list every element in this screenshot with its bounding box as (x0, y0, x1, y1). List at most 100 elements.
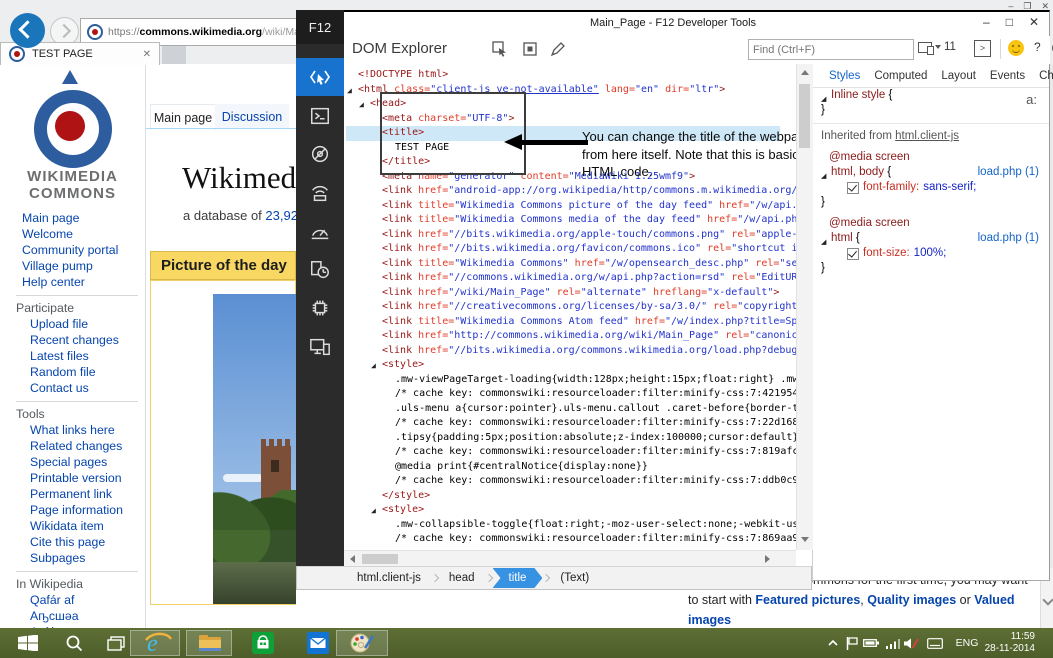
tool-network-icon[interactable] (296, 174, 344, 212)
sidebar-link-qafár-af[interactable]: Qafár af (14, 592, 142, 608)
sidebar-link-related-changes[interactable]: Related changes (14, 438, 142, 454)
dom-tree-node[interactable]: <link href="android-app://org.wikipedia/… (382, 184, 812, 199)
hscroll-thumb[interactable] (362, 554, 398, 564)
valued-images-link2[interactable]: images (688, 613, 731, 627)
property-checkbox[interactable] (847, 248, 859, 260)
expander-triangle-icon[interactable]: ◢ (371, 507, 376, 515)
expander-triangle-icon[interactable]: ◢ (371, 362, 376, 370)
sidebar-link-community-portal[interactable]: Community portal (14, 242, 142, 258)
inherited-source-link[interactable]: html.client-js (895, 130, 959, 142)
styles-tab-computed[interactable]: Computed (874, 70, 927, 82)
dom-tree-node[interactable]: /* cache key: commonswiki:resourceloader… (395, 474, 812, 489)
dom-tree-node[interactable]: @media print{#centralNotice{display:none… (395, 460, 648, 475)
sidebar-link-subpages[interactable]: Subpages (14, 550, 142, 566)
style-rule-selector[interactable]: ◢html {load.php (1) (813, 231, 1049, 246)
devtools-close-button[interactable]: ✕ (1029, 15, 1039, 29)
code-horizontal-scrollbar[interactable] (344, 550, 796, 567)
sidebar-link-contact-us[interactable]: Contact us (14, 380, 142, 396)
tray-chevron-up-icon[interactable] (824, 628, 842, 658)
breadcrumb-html-client-js[interactable]: html.client-js (347, 568, 431, 588)
dom-tree-node[interactable]: /* cache key: commonswiki:resourceloader… (395, 416, 812, 431)
stylesheet-source-link[interactable]: load.php (1) (978, 165, 1039, 180)
tool-performance-icon[interactable] (296, 212, 344, 250)
scroll-down-icon[interactable] (1042, 594, 1053, 605)
help-icon[interactable]: ? (1034, 40, 1041, 54)
dom-tree-node[interactable]: <link href="/wiki/Main_Page" rel="altern… (382, 286, 779, 301)
tool-console-icon[interactable] (296, 97, 344, 135)
sidebar-link-help-center[interactable]: Help center (14, 274, 142, 290)
expander-triangle-icon[interactable]: ◢ (347, 87, 352, 95)
feedback-smiley-icon[interactable] (1008, 40, 1024, 56)
dom-tree-node[interactable]: /* cache key: commonswiki:resourceloader… (395, 445, 812, 460)
dom-tree-node[interactable]: .mw-collapsible-toggle{float:right;-moz-… (395, 518, 812, 533)
vscroll-thumb[interactable] (799, 84, 810, 148)
taskbar-search-icon[interactable] (56, 628, 92, 658)
dom-tree-node[interactable]: .mw-viewPageTarget-loading{width:128px;h… (395, 373, 812, 388)
tool-emulation-icon[interactable] (296, 328, 344, 366)
dom-tree-node[interactable]: <link title="Wikimedia Commons picture o… (382, 199, 812, 214)
inline-style-rule[interactable]: ◢Inline style { (813, 88, 1049, 103)
expander-triangle-icon[interactable]: ◢ (359, 101, 364, 109)
dom-tree-node[interactable]: <link href="//bits.wikimedia.org/favicon… (382, 242, 812, 257)
taskbar-mail-icon[interactable] (300, 628, 336, 658)
dom-tree-node[interactable]: /* cache key: commonswiki:resourceloader… (395, 387, 812, 402)
dom-tree-node[interactable]: <!DOCTYPE html> (358, 68, 448, 83)
stylesheet-source-link[interactable]: load.php (1) (978, 231, 1039, 246)
taskbar-internet-explorer-icon[interactable]: e (140, 628, 176, 658)
back-button[interactable] (10, 13, 45, 48)
taskbar-file-explorer-icon[interactable] (192, 628, 228, 658)
breadcrumb--text-[interactable]: (Text) (550, 568, 599, 588)
element-highlight-icon[interactable] (522, 41, 538, 57)
tray-network-bars-icon[interactable] (884, 628, 902, 658)
taskbar-task-view-icon[interactable] (98, 628, 134, 658)
taskbar-clock[interactable]: 11:59 28-11-2014 (985, 631, 1035, 655)
scroll-up-icon[interactable] (801, 70, 809, 75)
dom-tree-pane[interactable]: You can change the title of the webpage … (344, 64, 812, 566)
sidebar-link-wikidata-item[interactable]: Wikidata item (14, 518, 142, 534)
tab-close-icon[interactable]: ✕ (143, 49, 151, 60)
sidebar-link-what-links-here[interactable]: What links here (14, 422, 142, 438)
scroll-left-icon[interactable] (350, 555, 355, 563)
tray-volume-muted-icon[interactable] (902, 628, 920, 658)
select-element-icon[interactable] (492, 41, 508, 57)
style-rule-selector[interactable]: ◢html, body {load.php (1) (813, 165, 1049, 180)
dom-tree-node[interactable]: </style> (382, 489, 430, 504)
tray-flag-icon[interactable] (843, 628, 861, 658)
sidebar-link-upload-file[interactable]: Upload file (14, 316, 142, 332)
sidebar-link-special-pages[interactable]: Special pages (14, 454, 142, 470)
open-console-button[interactable]: > (974, 40, 991, 57)
dom-tree-node[interactable]: .tipsy{padding:5px;position:absolute;z-i… (395, 431, 812, 446)
dom-tree-node[interactable]: <style> (382, 503, 424, 518)
scroll-down-icon[interactable] (801, 537, 809, 542)
styles-tab-layout[interactable]: Layout (941, 70, 976, 82)
wiki-tab-discussion[interactable]: Discussion (215, 104, 289, 129)
tool-dom-explorer-icon[interactable] (296, 58, 344, 96)
sidebar-link-welcome[interactable]: Welcome (14, 226, 142, 242)
featured-pictures-link[interactable]: Featured pictures (755, 593, 860, 607)
tool-profiler-icon[interactable] (296, 289, 344, 327)
sidebar-link-random-file[interactable]: Random file (14, 364, 142, 380)
taskbar-paint-icon[interactable] (344, 628, 380, 658)
dom-tree-node[interactable]: <link href="http://commons.wikimedia.org… (382, 329, 812, 344)
sidebar-link-village-pump[interactable]: Village pump (14, 258, 142, 274)
tool-memory-icon[interactable] (296, 251, 344, 289)
scroll-right-icon[interactable] (765, 555, 770, 563)
sidebar-link-latest-files[interactable]: Latest files (14, 348, 142, 364)
devtools-titlebar[interactable]: Main_Page - F12 Developer Tools – □ ✕ (296, 10, 1050, 36)
tool-debugger-icon[interactable] (296, 135, 344, 173)
wiki-tab-main-page[interactable]: Main page (150, 104, 216, 130)
potd-image[interactable] (213, 294, 296, 604)
color-picker-icon[interactable] (550, 41, 566, 57)
document-mode-selector[interactable]: 11 (918, 41, 956, 53)
sidebar-link-page-information[interactable]: Page information (14, 502, 142, 518)
valued-images-link[interactable]: Valued (974, 593, 1014, 607)
styles-tab-styles[interactable]: Styles (829, 70, 860, 82)
styles-tab-events[interactable]: Events (990, 70, 1025, 82)
tray-battery-icon[interactable] (862, 628, 880, 658)
code-vertical-scrollbar[interactable] (796, 64, 813, 550)
sidebar-link-main-page[interactable]: Main page (14, 210, 142, 226)
devtools-maximize-button[interactable]: □ (1006, 15, 1013, 29)
sidebar-link-permanent-link[interactable]: Permanent link (14, 486, 142, 502)
dom-tree-node[interactable]: <link href="//creativecommons.org/licens… (382, 300, 810, 315)
dom-tree-node[interactable]: <link href="//commons.wikimedia.org/w/ap… (382, 271, 812, 286)
